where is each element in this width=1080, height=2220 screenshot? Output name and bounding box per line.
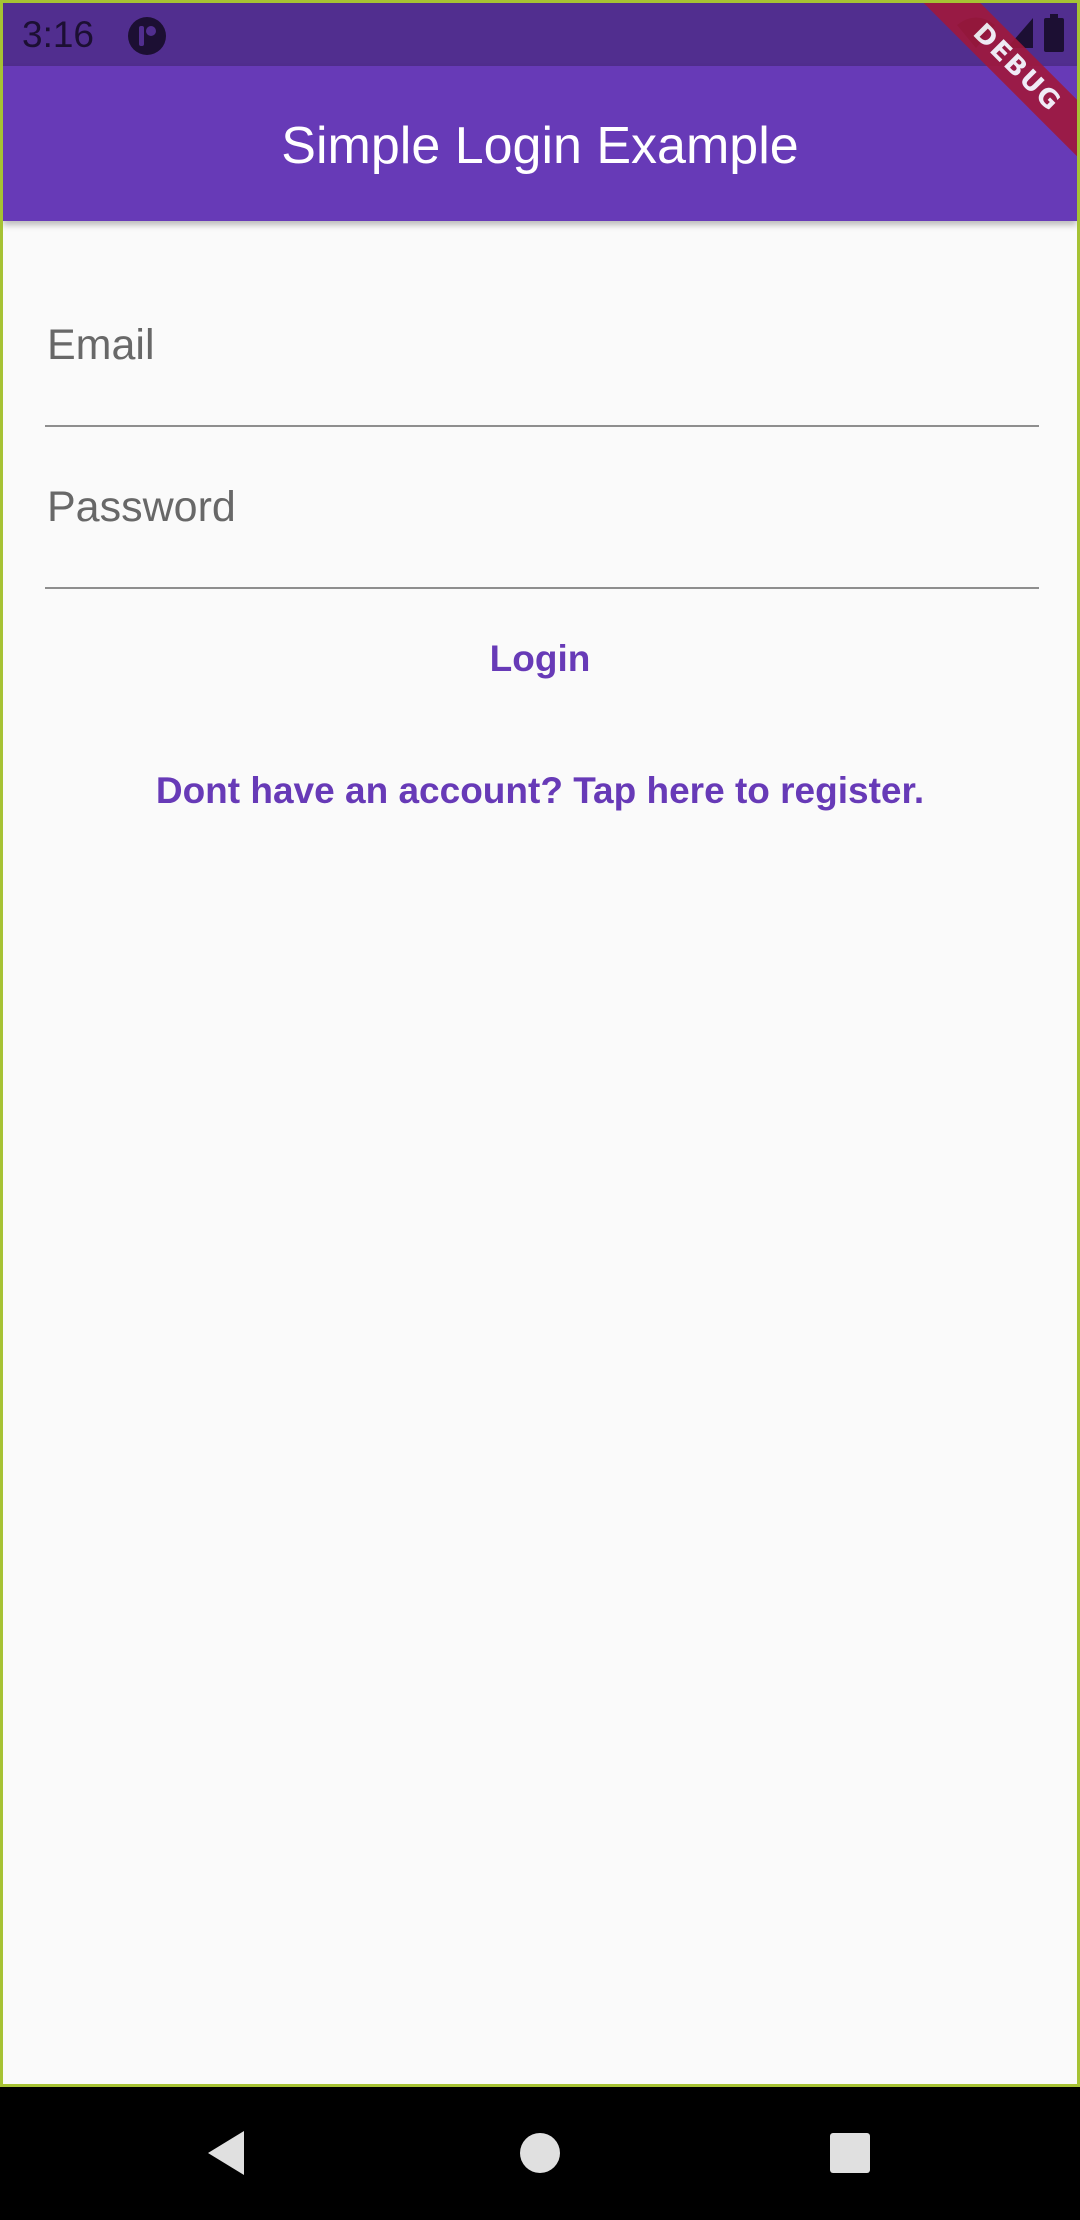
debug-banner: DEBUG bbox=[907, 3, 1077, 173]
status-time: 3:16 bbox=[22, 14, 95, 55]
recents-icon[interactable] bbox=[820, 2123, 880, 2183]
debug-label: DEBUG bbox=[910, 3, 1077, 173]
app-window: 3:16 Simple Login Example DEBUG Email Pa… bbox=[3, 3, 1077, 2084]
device-screen: 3:16 Simple Login Example DEBUG Email Pa… bbox=[0, 0, 1080, 2087]
email-field[interactable]: Email bbox=[45, 303, 1039, 433]
navigation-bar bbox=[0, 2087, 1080, 2220]
login-button[interactable]: Login bbox=[443, 623, 637, 695]
password-field[interactable]: Password bbox=[45, 465, 1039, 595]
register-link[interactable]: Dont have an account? Tap here to regist… bbox=[3, 755, 1077, 827]
email-underline bbox=[45, 425, 1039, 427]
home-icon[interactable] bbox=[510, 2123, 570, 2183]
password-label: Password bbox=[47, 483, 236, 531]
notification-icon bbox=[127, 16, 167, 56]
password-underline bbox=[45, 587, 1039, 589]
back-icon[interactable] bbox=[200, 2123, 260, 2183]
email-label: Email bbox=[47, 321, 155, 369]
